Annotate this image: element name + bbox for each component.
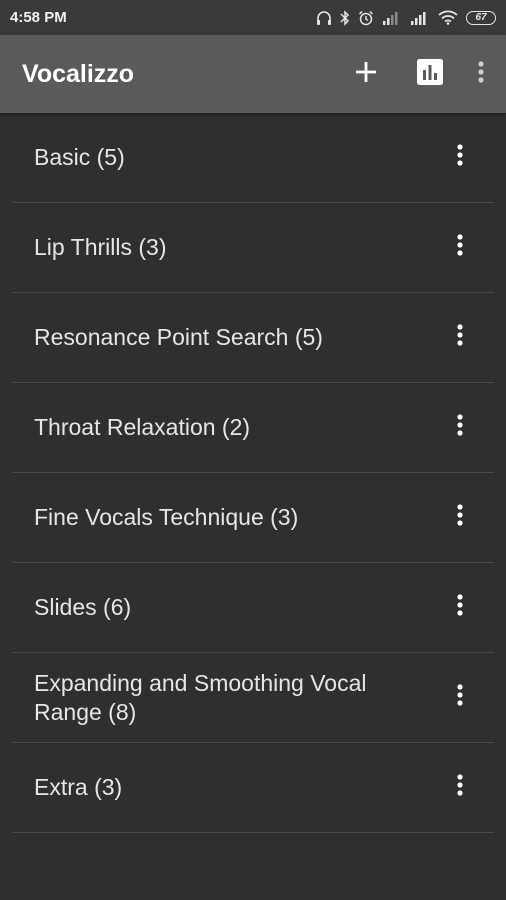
more-vert-icon: [456, 593, 464, 622]
item-menu-button[interactable]: [448, 768, 472, 808]
status-bar: 4:58 PM 67: [0, 0, 506, 35]
more-vert-icon: [456, 773, 464, 802]
list-item-label: Resonance Point Search (5): [34, 324, 323, 350]
headphones-icon: [316, 10, 332, 26]
status-time: 4:58 PM: [10, 9, 67, 26]
wifi-icon: [438, 10, 458, 25]
list-item-label: Extra (3): [34, 774, 123, 800]
more-vert-icon: [456, 323, 464, 352]
item-menu-button[interactable]: [448, 228, 472, 268]
more-vert-icon: [456, 503, 464, 532]
add-button[interactable]: [338, 46, 394, 102]
status-icons: 67: [316, 9, 496, 26]
list-item-label: Lip Thrills (3): [34, 234, 167, 260]
list-item-label: Throat Relaxation (2): [34, 414, 251, 440]
overflow-menu-button[interactable]: [462, 46, 500, 102]
item-menu-button[interactable]: [448, 678, 472, 718]
app-actions: [338, 46, 506, 102]
add-icon: [354, 60, 378, 89]
list-item[interactable]: Resonance Point Search (5): [12, 293, 494, 383]
list-item[interactable]: Slides (6): [12, 563, 494, 653]
battery-icon: 67: [466, 10, 496, 25]
statistics-button[interactable]: [402, 46, 458, 102]
more-vert-icon: [456, 143, 464, 172]
item-menu-button[interactable]: [448, 318, 472, 358]
signal-icon: [382, 11, 402, 25]
item-menu-button[interactable]: [448, 498, 472, 538]
more-vert-icon: [456, 413, 464, 442]
app-bar: Vocalizzo: [0, 35, 506, 113]
item-menu-button[interactable]: [448, 588, 472, 628]
list-item[interactable]: Extra (3): [12, 743, 494, 833]
more-vert-icon: [456, 233, 464, 262]
category-list: Basic (5) Lip Thrills (3) Resonance Poin…: [0, 113, 506, 833]
list-item[interactable]: Throat Relaxation (2): [12, 383, 494, 473]
more-vert-icon: [477, 60, 485, 89]
list-item-label: Expanding and Smoothing Vocal Range (8): [34, 669, 367, 725]
alarm-icon: [358, 10, 374, 26]
list-item[interactable]: Basic (5): [12, 113, 494, 203]
list-item[interactable]: Expanding and Smoothing Vocal Range (8): [12, 653, 494, 743]
app-title: Vocalizzo: [22, 59, 135, 88]
list-item-label: Basic (5): [34, 144, 125, 170]
bluetooth-icon: [340, 9, 350, 26]
more-vert-icon: [456, 683, 464, 712]
list-item[interactable]: Fine Vocals Technique (3): [12, 473, 494, 563]
item-menu-button[interactable]: [448, 138, 472, 178]
bar-chart-icon: [417, 58, 443, 90]
list-item-label: Fine Vocals Technique (3): [34, 504, 299, 530]
list-item-label: Slides (6): [34, 594, 132, 620]
list-item[interactable]: Lip Thrills (3): [12, 203, 494, 293]
signal-icon: [410, 11, 430, 25]
item-menu-button[interactable]: [448, 408, 472, 448]
